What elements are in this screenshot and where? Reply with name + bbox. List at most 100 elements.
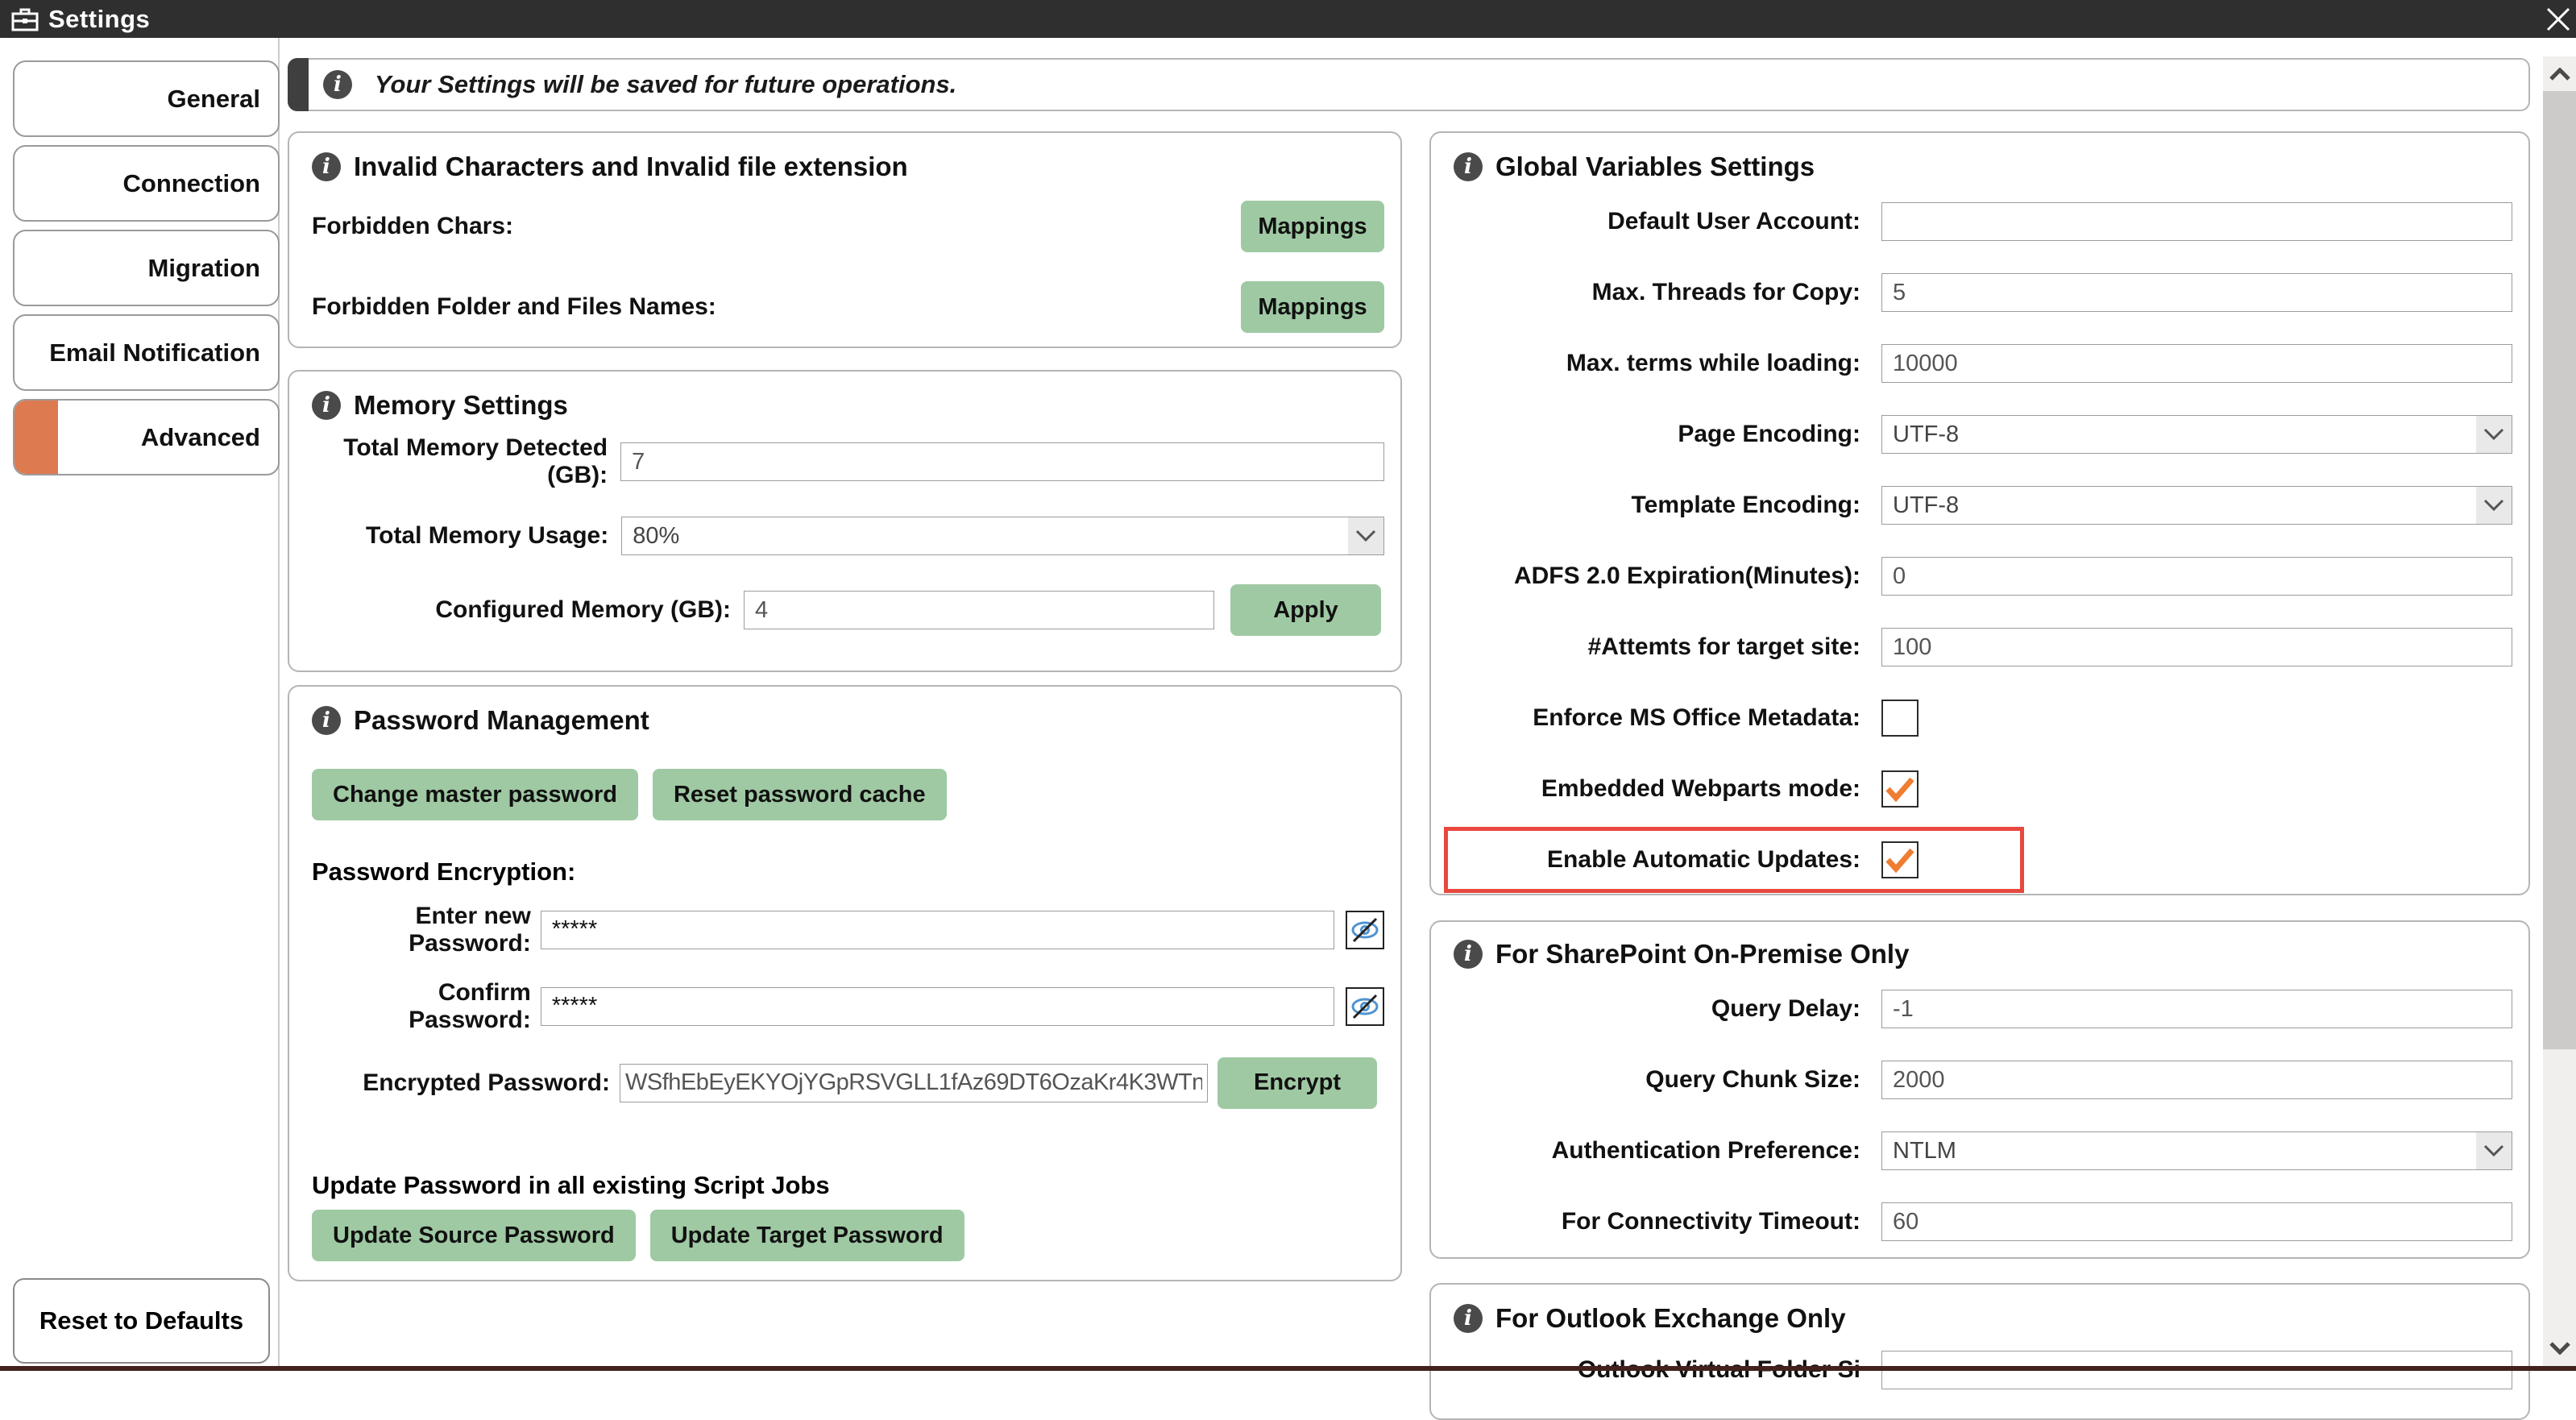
tab-advanced[interactable]: Advanced	[13, 399, 280, 475]
scroll-up-icon[interactable]	[2543, 56, 2576, 91]
max-threads-label: Max. Threads for Copy:	[1591, 279, 1860, 305]
selected-value: UTF-8	[1893, 421, 1960, 447]
info-icon: i	[1454, 152, 1483, 181]
template-encoding-label: Template Encoding:	[1631, 492, 1860, 518]
total-memory-usage-row: Total Memory Usage: 80%	[312, 499, 1384, 573]
scrollbar[interactable]	[2543, 56, 2576, 1371]
total-memory-detected-input[interactable]	[620, 442, 1384, 481]
encrypt-button[interactable]: Encrypt	[1217, 1057, 1377, 1109]
max-terms-input[interactable]	[1881, 344, 2512, 383]
tab-migration[interactable]: Migration	[13, 230, 280, 306]
sharepoint-onpremise-panel: i For SharePoint On-Premise Only Query D…	[1429, 920, 2530, 1259]
forbidden-chars-mappings-button[interactable]: Mappings	[1241, 201, 1384, 252]
query-delay-row: Query Delay:	[1454, 974, 2512, 1044]
default-user-account-row: Default User Account:	[1454, 186, 2512, 257]
forbidden-chars-label: Forbidden Chars:	[312, 213, 514, 239]
authentication-preference-select[interactable]: NTLM	[1881, 1131, 2512, 1170]
embedded-webparts-row: Embedded Webparts mode:	[1454, 754, 2512, 824]
banner-text: Your Settings will be saved for future o…	[375, 70, 957, 98]
window-bottom-edge	[0, 1366, 2576, 1371]
confirm-password-row: Confirm Password:	[312, 968, 1384, 1044]
connectivity-timeout-input[interactable]	[1881, 1202, 2512, 1241]
info-icon: i	[312, 152, 341, 181]
enforce-ms-office-metadata-label: Enforce MS Office Metadata:	[1533, 704, 1860, 731]
info-icon: i	[1454, 940, 1483, 969]
scrollbar-thumb[interactable]	[2543, 91, 2576, 1049]
total-memory-usage-label: Total Memory Usage:	[366, 522, 609, 549]
apply-button[interactable]: Apply	[1230, 584, 1381, 636]
enable-automatic-updates-row: Enable Automatic Updates:	[1444, 824, 2512, 895]
confirm-password-input[interactable]	[540, 986, 1334, 1026]
max-terms-row: Max. terms while loading:	[1454, 328, 2512, 399]
panel-title: For SharePoint On-Premise Only	[1495, 939, 1910, 969]
reset-to-defaults-button[interactable]: Reset to Defaults	[13, 1278, 270, 1364]
tab-label: Email Notification	[49, 338, 260, 367]
enable-automatic-updates-label: Enable Automatic Updates:	[1547, 846, 1860, 873]
panel-title: Password Management	[354, 705, 649, 735]
tab-label: Connection	[122, 168, 261, 197]
enable-automatic-updates-checkbox[interactable]	[1881, 841, 1919, 878]
adfs-expiration-input[interactable]	[1881, 557, 2512, 596]
global-variables-panel: i Global Variables Settings Default User…	[1429, 131, 2530, 895]
scroll-down-icon[interactable]	[2543, 1334, 2576, 1363]
attempts-target-site-label: #Attemts for target site:	[1587, 633, 1860, 660]
connectivity-timeout-row: For Connectivity Timeout:	[1454, 1186, 2512, 1257]
change-master-password-button[interactable]: Change master password	[312, 769, 638, 820]
enforce-ms-office-metadata-checkbox[interactable]	[1881, 700, 1919, 737]
embedded-webparts-label: Embedded Webparts mode:	[1541, 775, 1860, 802]
selected-value: 80%	[633, 522, 680, 549]
attempts-target-site-row: #Attemts for target site:	[1454, 612, 2512, 683]
template-encoding-row: Template Encoding: UTF-8	[1454, 470, 2512, 541]
update-source-password-button[interactable]: Update Source Password	[312, 1210, 636, 1261]
chevron-down-icon	[2476, 416, 2512, 453]
info-banner: i Your Settings will be saved for future…	[288, 58, 2530, 111]
page-encoding-select[interactable]: UTF-8	[1881, 415, 2512, 454]
forbidden-folders-label: Forbidden Folder and Files Names:	[312, 293, 716, 320]
query-delay-input[interactable]	[1881, 990, 2512, 1028]
close-icon[interactable]	[2542, 3, 2574, 35]
attempts-target-site-input[interactable]	[1881, 628, 2512, 666]
tab-label: General	[167, 84, 260, 113]
forbidden-folders-mappings-button[interactable]: Mappings	[1241, 281, 1384, 333]
template-encoding-select[interactable]: UTF-8	[1881, 486, 2512, 525]
selected-value: NTLM	[1893, 1137, 1956, 1164]
page-encoding-row: Page Encoding: UTF-8	[1454, 399, 2512, 470]
panel-title: Global Variables Settings	[1495, 152, 1815, 181]
enforce-ms-office-metadata-row: Enforce MS Office Metadata:	[1454, 683, 2512, 754]
forbidden-folders-row: Forbidden Folder and Files Names: Mappin…	[312, 267, 1384, 347]
sidebar: General Connection Migration Email Notif…	[13, 60, 280, 484]
tab-connection[interactable]: Connection	[13, 145, 280, 222]
window-title: Settings	[48, 4, 151, 33]
max-threads-input[interactable]	[1881, 273, 2512, 312]
query-chunk-size-label: Query Chunk Size:	[1645, 1066, 1860, 1093]
tab-email-notification[interactable]: Email Notification	[13, 314, 280, 391]
forbidden-chars-row: Forbidden Chars: Mappings	[312, 186, 1384, 267]
query-delay-label: Query Delay:	[1711, 995, 1860, 1022]
info-icon: i	[323, 70, 352, 99]
total-memory-usage-select[interactable]: 80%	[621, 517, 1384, 555]
invalid-characters-panel: i Invalid Characters and Invalid file ex…	[288, 131, 1402, 348]
enter-new-password-row: Enter new Password:	[312, 891, 1384, 968]
configured-memory-input[interactable]	[744, 591, 1214, 629]
eye-slash-icon[interactable]	[1346, 986, 1384, 1026]
password-encryption-label: Password Encryption:	[312, 857, 576, 886]
eye-slash-icon[interactable]	[1346, 910, 1384, 949]
info-icon: i	[1454, 1304, 1483, 1333]
encrypted-password-input[interactable]	[620, 1063, 1208, 1102]
default-user-account-input[interactable]	[1881, 202, 2512, 241]
embedded-webparts-checkbox[interactable]	[1881, 770, 1919, 808]
tab-general[interactable]: General	[13, 60, 280, 137]
reset-password-cache-button[interactable]: Reset password cache	[652, 769, 947, 820]
max-terms-label: Max. terms while loading:	[1566, 350, 1860, 376]
query-chunk-size-input[interactable]	[1881, 1061, 2512, 1099]
update-password-label: Update Password in all existing Script J…	[312, 1171, 830, 1199]
info-icon: i	[312, 391, 341, 420]
total-memory-detected-row: Total Memory Detected (GB):	[312, 425, 1384, 499]
enter-new-password-input[interactable]	[540, 910, 1334, 949]
encrypted-password-row: Encrypted Password: Encrypt	[312, 1044, 1384, 1121]
adfs-expiration-label: ADFS 2.0 Expiration(Minutes):	[1513, 563, 1860, 589]
tab-label: Advanced	[140, 422, 260, 451]
info-icon: i	[312, 706, 341, 735]
chevron-down-icon	[1348, 517, 1383, 554]
update-target-password-button[interactable]: Update Target Password	[649, 1210, 964, 1261]
